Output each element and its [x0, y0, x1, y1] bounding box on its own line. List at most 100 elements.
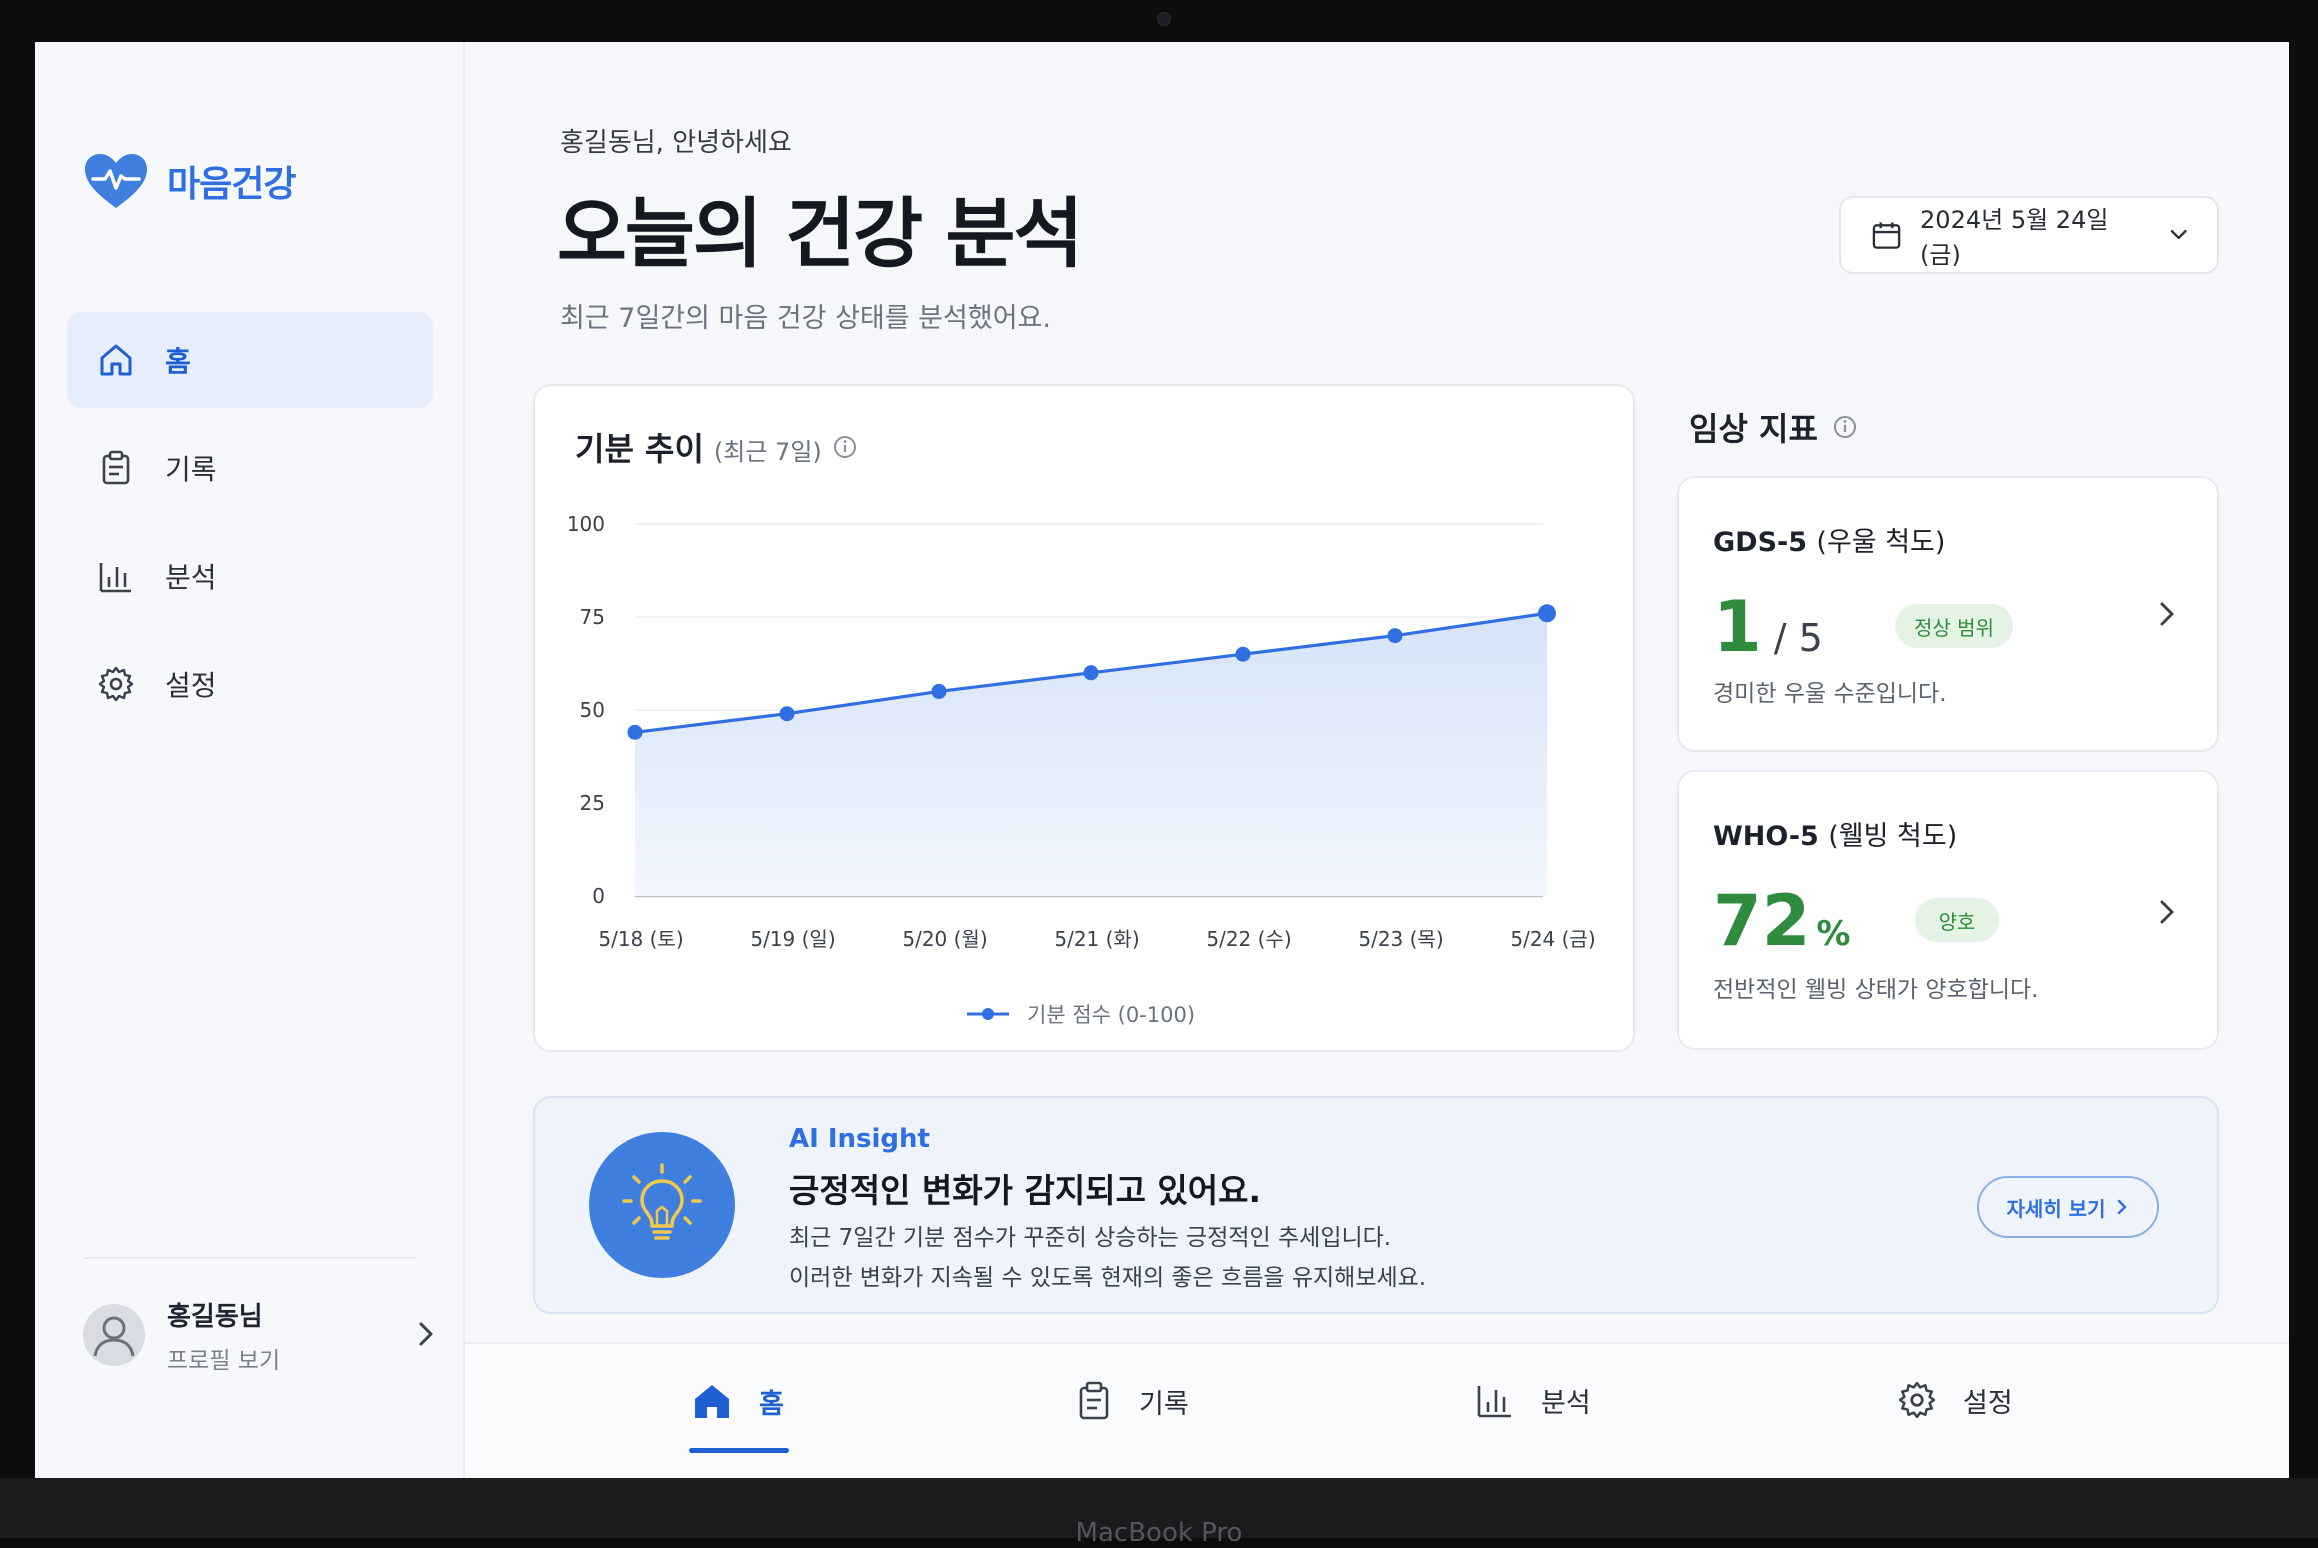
data-point [1538, 604, 1556, 623]
sidebar-nav: 홈 기록 분석 설정 [67, 312, 433, 744]
sidebar-item-label: 설정 [165, 669, 217, 702]
x-tick-label: 5/20 (월) [902, 927, 987, 951]
data-point [627, 724, 643, 740]
sidebar-item-home[interactable]: 홈 [67, 312, 433, 408]
ai-insight-card: AI Insight 긍정적인 변화가 감지되고 있어요. 최근 7일간 기분 … [533, 1096, 2219, 1314]
gds5-value: 1 [1713, 586, 1762, 668]
who5-title: WHO-5 (웰빙 척도) [1713, 814, 1957, 853]
gds5-title: GDS-5 (우울 척도) [1713, 520, 1945, 559]
insight-text-line2: 이러한 변화가 지속될 수 있도록 현재의 좋은 흐름을 유지해보세요. [789, 1265, 1427, 1291]
who5-description: 전반적인 웰빙 상태가 양호합니다. [1713, 977, 2039, 1003]
tab-label: 설정 [1963, 1387, 2013, 1419]
mood-trend-card: 기분 추이 (최근 7일) 0 25 50 75 100 5/18 (토) 5/19 (일)… [533, 384, 1635, 1052]
clipboard-icon [102, 450, 130, 485]
active-tab-indicator [689, 1448, 789, 1453]
gds5-name: GDS-5 [1713, 527, 1808, 558]
sidebar-item-settings[interactable]: 설정 [67, 636, 433, 732]
status-badge: 양호 [1915, 898, 1999, 942]
date-picker[interactable]: 2024년 5월 24일 (금) [1839, 196, 2219, 274]
info-icon[interactable] [1832, 414, 1858, 440]
chevron-right-icon [2160, 900, 2174, 924]
x-tick-label: 5/22 (수) [1206, 927, 1291, 951]
clinical-section-title: 임상 지표 [1689, 404, 1858, 450]
tab-label: 분석 [1541, 1387, 1591, 1419]
app-logo[interactable]: 마음건강 [83, 152, 296, 210]
clinical-title-label: 임상 지표 [1689, 410, 1818, 448]
data-point [931, 683, 947, 699]
mood-line-chart: 0 25 50 75 100 5/18 (토) 5/19 (일) 5/20 (월) 5/21 (… [567, 512, 1596, 1027]
y-tick-label: 100 [567, 512, 605, 536]
tab-settings[interactable]: 설정 [1897, 1380, 2013, 1420]
x-tick-label: 5/24 (금) [1510, 927, 1595, 951]
sidebar-item-label: 분석 [165, 561, 217, 594]
app-name: 마음건강 [167, 164, 296, 205]
view-details-button[interactable]: 자세히 보기 [1977, 1176, 2159, 1238]
who5-name: WHO-5 [1713, 821, 1819, 852]
clipboard-icon [1079, 1381, 1109, 1420]
sidebar-item-label: 홈 [165, 345, 191, 378]
heart-pulse-icon [85, 154, 147, 208]
who5-score: 72 % [1713, 880, 1851, 962]
x-tick-label: 5/23 (목) [1358, 927, 1443, 951]
sidebar-item-records[interactable]: 기록 [67, 420, 433, 516]
main-content: 홍길동님, 안녕하세요 오늘의 건강 분석 최근 7일간의 마음 건강 상태를 … [465, 42, 2289, 1478]
tab-label: 기록 [1139, 1388, 1189, 1420]
who5-value: 72 [1713, 880, 1811, 962]
insight-tag: AI Insight [789, 1124, 930, 1154]
page-title: 오늘의 건강 분석 [557, 189, 1083, 278]
insight-text-line1: 최근 7일간 기분 점수가 꾸준히 상승하는 긍정적인 추세입니다. [789, 1225, 1392, 1251]
date-picker-value: 2024년 5월 24일 (금) [1920, 206, 2109, 269]
avatar [83, 1304, 145, 1366]
profile-link-label: 프로필 보기 [167, 1347, 281, 1374]
sidebar-item-label: 기록 [165, 453, 217, 486]
page-subtitle: 최근 7일간의 마음 건강 상태를 분석했어요. [560, 303, 1051, 334]
who5-scale-label: (웰빙 척도) [1828, 821, 1958, 852]
bar-chart-icon [1477, 1386, 1511, 1418]
gds5-card[interactable]: GDS-5 (우울 척도) 1 / 5 정상 범위 경미한 우울 수준입니다. [1677, 476, 2219, 752]
data-point [1083, 665, 1099, 681]
view-details-label: 자세히 보기 [2006, 1196, 2106, 1221]
bar-chart-icon [99, 563, 131, 593]
chevron-right-icon [2160, 602, 2174, 626]
gds5-score: 1 / 5 [1713, 586, 1823, 668]
calendar-icon [1872, 222, 1901, 249]
x-tick-label: 5/18 (토) [598, 927, 683, 951]
tab-records[interactable]: 기록 [1075, 1380, 1189, 1422]
gear-icon [1898, 1381, 1936, 1419]
gds5-scale-label: (우울 척도) [1816, 527, 1946, 558]
y-tick-label: 50 [580, 698, 605, 722]
device-label: MacBook Pro [1075, 1518, 1243, 1548]
legend-marker [982, 1008, 994, 1020]
laptop-frame: 마음건강 홈 기록 분석 설정 홍길동님 프로필 보기 홍길동님, 안녕하세요 … [0, 0, 2318, 1548]
sidebar-divider [85, 1257, 415, 1259]
data-point [1235, 646, 1251, 662]
user-icon [93, 1316, 135, 1357]
x-tick-label: 5/19 (일) [750, 927, 835, 951]
who5-unit: % [1816, 914, 1851, 954]
home-icon [695, 1385, 729, 1418]
chevron-down-icon [2170, 229, 2187, 240]
gds5-max: / 5 [1773, 616, 1823, 660]
app-screen: 마음건강 홈 기록 분석 설정 홍길동님 프로필 보기 홍길동님, 안녕하세요 … [35, 42, 2289, 1478]
legend-label: 기분 점수 (0-100) [1027, 1003, 1195, 1027]
insight-title: 긍정적인 변화가 감지되고 있어요. [789, 1171, 1262, 1210]
y-tick-label: 75 [580, 605, 605, 629]
bottom-nav: 홈 기록 분석 설정 [465, 1342, 2289, 1478]
y-tick-label: 0 [592, 884, 605, 908]
sidebar-item-analysis[interactable]: 분석 [67, 528, 433, 624]
profile-name: 홍길동님 [167, 1301, 263, 1332]
tab-analysis[interactable]: 분석 [1475, 1380, 1591, 1420]
data-point [1387, 628, 1403, 644]
tab-home[interactable]: 홈 [691, 1380, 784, 1422]
y-tick-label: 25 [580, 791, 605, 815]
lightbulb-icon [589, 1132, 735, 1278]
greeting: 홍길동님, 안녕하세요 [560, 128, 792, 158]
tab-label: 홈 [759, 1388, 784, 1420]
gear-icon [98, 666, 134, 702]
data-point [779, 706, 795, 722]
chevron-right-icon [2118, 1199, 2127, 1215]
area-fill [635, 613, 1547, 896]
x-tick-label: 5/21 (화) [1054, 927, 1139, 951]
who5-card[interactable]: WHO-5 (웰빙 척도) 72 % 양호 전반적인 웰빙 상태가 양호합니다. [1677, 770, 2219, 1050]
profile-link[interactable]: 홍길동님 프로필 보기 [83, 1290, 453, 1380]
